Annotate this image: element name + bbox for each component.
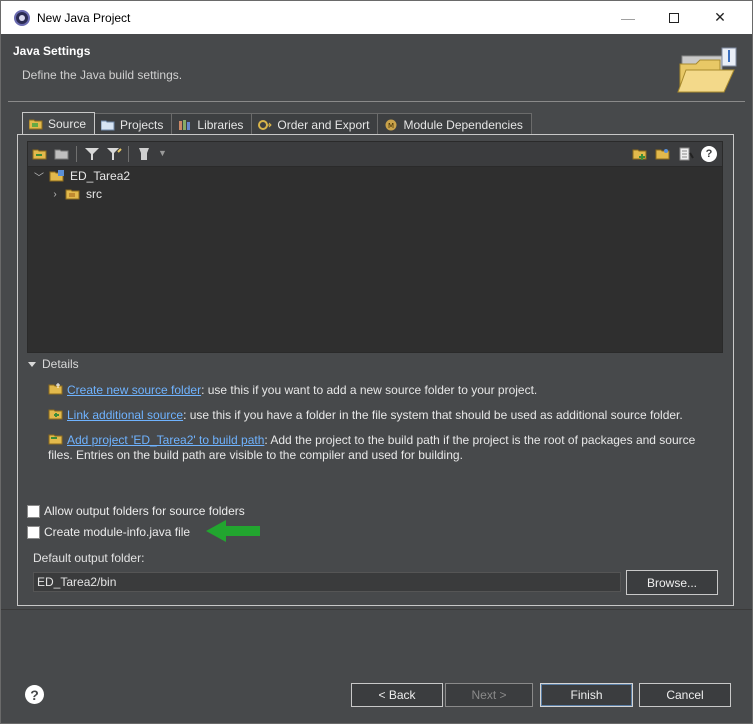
close-button[interactable]: ✕ [697,1,743,34]
tab-libraries[interactable]: Libraries [171,113,253,135]
tab-module-dependencies[interactable]: M Module Dependencies [377,113,532,135]
link-source-icon[interactable] [32,147,48,161]
create-new-source-folder-link[interactable]: Create new source folder [67,383,201,397]
filter-edit-icon[interactable] [106,147,122,161]
tab-strip: Source Projects Libraries Order and Expo… [22,112,532,135]
detail-create-source-folder: Create new source folder: use this if yo… [48,382,708,398]
tab-projects[interactable]: Projects [94,113,173,135]
detail-add-project-build-path: Add project 'ED_Tarea2' to build path: A… [48,433,696,462]
libraries-icon [179,119,191,130]
tree-item-src[interactable]: › src [50,185,102,203]
projects-icon [101,120,115,130]
help-icon[interactable]: ? [25,685,44,704]
details-toggle[interactable]: Details [28,357,79,371]
bottom-separator [1,609,752,610]
allow-output-folders-option[interactable]: Allow output folders for source folders [27,504,245,518]
eclipse-icon [14,10,30,26]
close-icon: ✕ [714,9,726,25]
maximize-icon [669,12,679,23]
allow-output-folders-checkbox[interactable] [27,504,40,518]
title-bar: New Java Project — ✕ [1,1,752,34]
configure-icon[interactable] [136,147,152,161]
link-source-folder-icon [48,409,63,420]
svg-text:M: M [388,122,394,130]
output-folder-field[interactable]: ED_Tarea2/bin [33,572,621,592]
link-folder-icon[interactable] [655,147,671,161]
tree-item-project[interactable]: ﹀ ED_Tarea2 [34,167,130,185]
window-title: New Java Project [37,11,131,25]
open-folder-icon [677,47,737,93]
new-java-project-dialog: New Java Project — ✕ Java Settings Defin… [0,0,753,724]
toolbar-separator [76,146,77,162]
detail-link-additional-source: Link additional source: use this if you … [48,407,708,423]
next-button[interactable]: Next > [445,683,533,707]
wizard-header: Java Settings Define the Java build sett… [1,34,752,98]
tab-order-and-export[interactable]: Order and Export [251,113,379,135]
link-additional-source-link[interactable]: Link additional source [67,408,183,422]
module-icon: M [385,119,397,130]
new-source-folder-icon [48,383,63,395]
create-module-info-option[interactable]: Create module-info.java file [27,525,190,539]
chevron-down-icon[interactable]: ﹀ [34,169,44,184]
collapse-triangle-icon [28,361,36,367]
header-separator [8,101,745,102]
maximize-button[interactable] [651,1,697,34]
minimize-button[interactable]: — [605,1,651,34]
filter-icon[interactable] [84,147,100,161]
source-tree[interactable]: ﹀ ED_Tarea2 › src [27,166,723,353]
order-export-icon [258,119,273,130]
remove-folder-icon[interactable] [54,147,70,161]
back-button[interactable]: < Back [351,683,443,707]
java-project-icon [49,170,64,182]
output-folder-label: Default output folder: [33,551,145,565]
annotation-arrow-icon [206,520,260,542]
source-folder-icon [29,119,43,130]
page-title: Java Settings [13,44,91,58]
edit-icon[interactable] [678,147,694,161]
source-toolbar: ▼ ? [27,141,723,166]
page-description: Define the Java build settings. [22,68,183,82]
tab-source[interactable]: Source [22,112,96,135]
help-icon[interactable]: ? [701,146,717,162]
add-project-to-build-path-link[interactable]: Add project 'ED_Tarea2' to build path [67,433,264,447]
finish-button[interactable]: Finish [540,683,633,707]
package-folder-icon [65,189,80,200]
cancel-button[interactable]: Cancel [639,683,731,707]
add-to-build-path-icon [48,434,63,445]
add-folder-icon[interactable] [632,147,648,161]
chevron-right-icon[interactable]: › [50,189,60,200]
create-module-info-checkbox[interactable] [27,525,40,539]
browse-button[interactable]: Browse... [626,570,718,595]
dropdown-chevron-icon[interactable]: ▼ [158,148,174,162]
toolbar-separator [128,146,129,162]
